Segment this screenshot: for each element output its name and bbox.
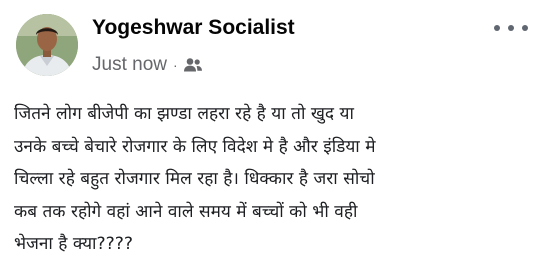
post-meta: Just now · [92,54,203,76]
post-text-line: उनके बच्चे बेचारे रोजगार के लिए विदेश मे… [14,136,376,157]
avatar-photo [16,14,78,76]
author-name[interactable]: Yogeshwar Socialist [92,16,295,40]
post-text-line: जितने लोग बीजेपी का झण्डा लहरा रहे है या… [14,104,354,124]
post-text: जितने लोग बीजेपी का झण्डा लहरा रहे है या… [14,98,534,261]
more-dot [508,25,514,31]
avatar[interactable] [16,14,78,76]
timestamp[interactable]: Just now [92,54,167,76]
more-options-icon[interactable] [494,18,528,38]
separator-dot: · [172,57,178,73]
more-dot [494,25,500,31]
facebook-post: Yogeshwar Socialist Just now · जितने लोग… [0,0,540,265]
post-text-line: कब तक रहोगे वहां आने वाले समय में बच्चों… [14,201,358,222]
more-dot [522,25,528,31]
post-text-line: भेजना है क्या???? [14,234,133,254]
friends-icon[interactable] [183,57,203,73]
post-text-line: चिल्ला रहे बहुत रोजगार मिल रहा है। धिक्क… [14,169,375,189]
